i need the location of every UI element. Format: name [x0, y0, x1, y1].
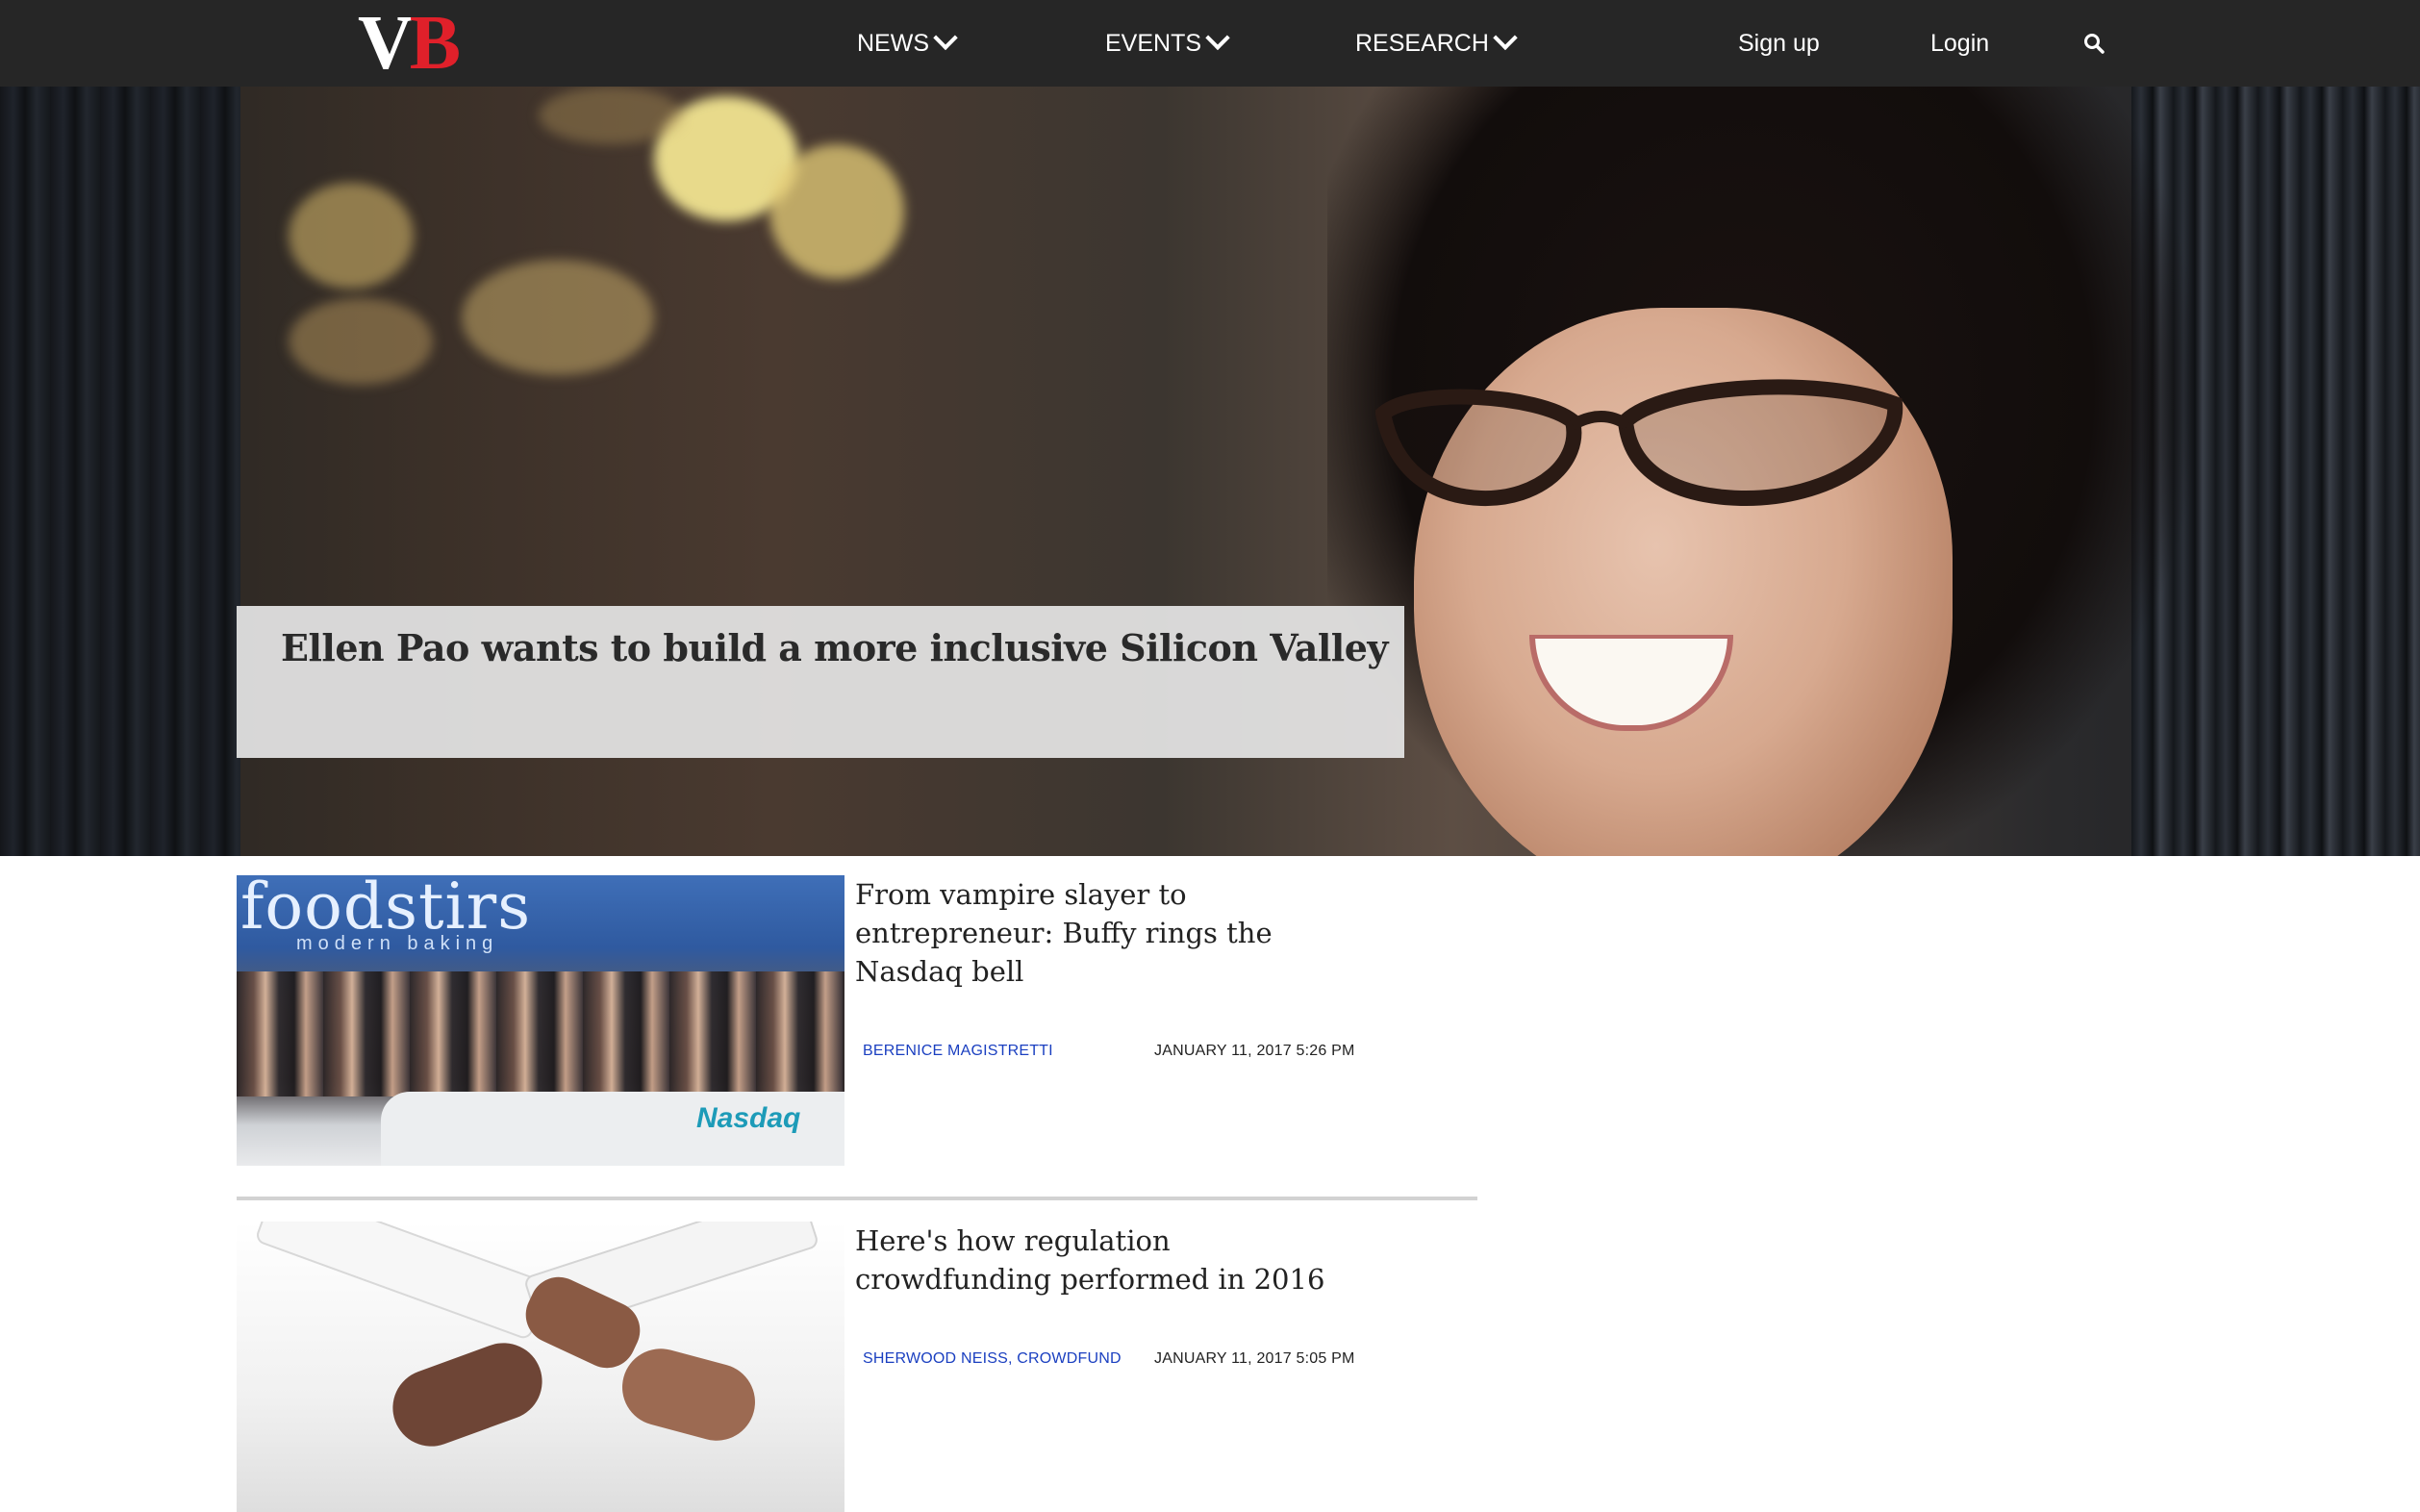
article-divider — [237, 1197, 1477, 1200]
search-icon[interactable] — [2083, 33, 2105, 54]
hero-headline[interactable]: Ellen Pao wants to build a more inclusiv… — [281, 623, 1389, 673]
thumbnail-sleeve — [254, 1222, 550, 1342]
article-date: JANUARY 11, 2017 5:05 PM — [1154, 1350, 1355, 1367]
logo-letter-v: V — [358, 1, 414, 86]
thumbnail-nasdaq-logo: Nasdaq — [696, 1102, 801, 1134]
bokeh-light — [289, 298, 433, 385]
hero-caption-box[interactable]: Ellen Pao wants to build a more inclusiv… — [237, 606, 1404, 758]
logo-letter-b: B — [409, 1, 461, 86]
venturebeat-logo[interactable]: VB — [358, 5, 461, 82]
thumbnail-crowd — [237, 971, 844, 1096]
nav-news-menu[interactable]: NEWS — [857, 0, 958, 87]
nav-events-menu[interactable]: EVENTS — [1105, 0, 1230, 87]
article-author-link[interactable]: SHERWOOD NEISS, CROWDFUND — [863, 1350, 1122, 1368]
nav-news-label: NEWS — [857, 29, 929, 57]
top-navigation-bar: VB NEWS EVENTS RESEARCH Sign up Login — [0, 0, 2420, 87]
thumbnail-hand — [382, 1332, 553, 1457]
chevron-down-icon — [1493, 25, 1518, 51]
chevron-down-icon — [1205, 25, 1230, 51]
nav-research-label: RESEARCH — [1355, 29, 1489, 57]
article-thumbnail[interactable]: foodstirs modern baking Nasdaq — [237, 875, 844, 1166]
hero-background-wood-frame-left — [0, 87, 240, 856]
hero-feature[interactable]: Ellen Pao wants to build a more inclusiv… — [0, 87, 2420, 856]
bokeh-light — [289, 183, 414, 289]
bokeh-light — [539, 87, 683, 144]
thumbnail-foodstirs-tagline: modern baking — [296, 933, 499, 954]
article-thumbnail[interactable] — [237, 1222, 844, 1512]
bokeh-light — [769, 144, 904, 279]
article-title[interactable]: From vampire slayer to entrepreneur: Buf… — [855, 875, 1355, 991]
login-link[interactable]: Login — [1930, 0, 1989, 87]
article-card[interactable]: Here's how regulation crowdfunding perfo… — [237, 1222, 1477, 1512]
nav-events-label: EVENTS — [1105, 29, 1202, 57]
article-title[interactable]: Here's how regulation crowdfunding perfo… — [855, 1222, 1355, 1298]
article-card[interactable]: foodstirs modern baking Nasdaq From vamp… — [237, 875, 1477, 1166]
bokeh-light — [462, 260, 654, 375]
chevron-down-icon — [933, 25, 958, 51]
thumbnail-hand — [614, 1340, 764, 1449]
glasses-illustration — [1375, 379, 1903, 507]
nav-research-menu[interactable]: RESEARCH — [1355, 0, 1518, 87]
sign-up-link[interactable]: Sign up — [1738, 0, 1820, 87]
article-date: JANUARY 11, 2017 5:26 PM — [1154, 1043, 1355, 1059]
article-author-link[interactable]: BERENICE MAGISTRETTI — [863, 1043, 1053, 1060]
